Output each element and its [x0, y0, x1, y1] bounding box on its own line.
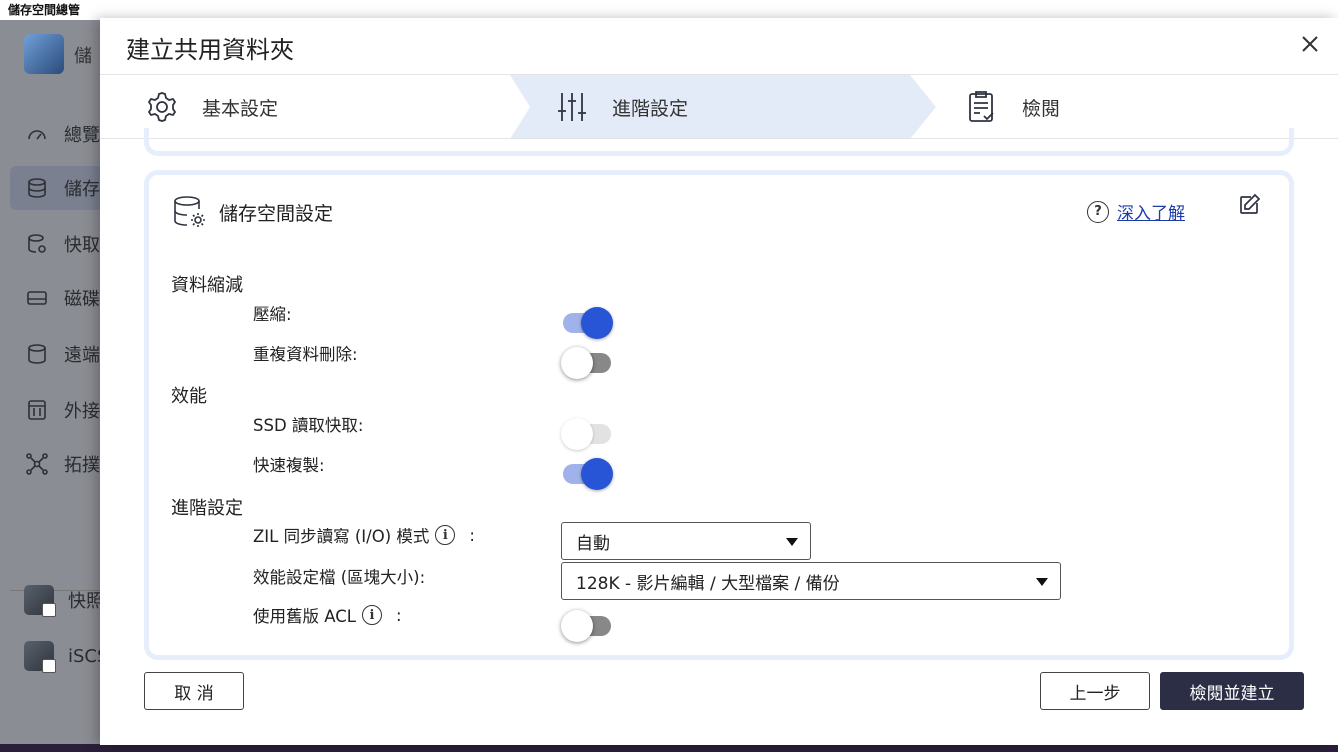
sidebar-item-storage[interactable]: 儲存: [10, 166, 110, 210]
ssd-cache-label: SSD 讀取快取:: [253, 416, 364, 435]
sidebar-item-topology[interactable]: 拓撲: [10, 442, 110, 486]
sidebar-app-iscsi[interactable]: iSCS: [10, 634, 110, 678]
step-label: 基本設定: [202, 97, 279, 120]
legacy-acl-toggle[interactable]: [561, 606, 613, 642]
sidebar-item-label: 總覽: [64, 125, 100, 146]
remote-disk-icon: [24, 341, 50, 367]
storage-settings-card: 儲存空間設定 ? 深入了解 資料縮減 壓縮: 重複資料刪除: 效能 SSD 讀取…: [144, 170, 1294, 660]
edit-icon: [1240, 193, 1261, 214]
fast-clone-label: 快速複製:: [253, 456, 325, 475]
profile-label: 效能設定檔 (區塊大小):: [253, 568, 426, 587]
database-icon: [24, 175, 50, 201]
taskbar-strip: [0, 744, 1338, 752]
review-and-create-button[interactable]: 檢閱並建立: [1160, 672, 1304, 710]
sidebar-item-label: 磁碟: [64, 289, 100, 310]
section-performance: 效能: [171, 386, 207, 407]
cancel-button[interactable]: 取 消: [144, 672, 244, 710]
chevron-down-icon: [1036, 578, 1048, 586]
sidebar-item-label: 儲存: [64, 179, 100, 200]
profile-value: 128K - 影片編輯 / 大型檔案 / 備份: [576, 573, 840, 594]
zil-mode-select[interactable]: 自動: [561, 522, 811, 560]
gauge-icon: [24, 121, 50, 147]
legacy-acl-colon: :: [395, 605, 402, 625]
performance-profile-select[interactable]: 128K - 影片編輯 / 大型檔案 / 備份: [561, 562, 1061, 600]
section-data-reduction: 資料縮減: [171, 275, 243, 296]
database-settings-icon: [174, 196, 205, 227]
sidebar-item-cache[interactable]: 快取: [10, 222, 110, 266]
app-header-label: 儲: [74, 46, 92, 67]
fast-clone-toggle[interactable]: [561, 454, 613, 490]
ssd-cache-toggle[interactable]: [561, 414, 613, 450]
external-device-icon: [24, 397, 50, 423]
dialog-title: 建立共用資料夾: [126, 36, 294, 64]
close-icon: [1302, 36, 1318, 52]
section-advanced: 進階設定: [171, 498, 243, 519]
back-button[interactable]: 上一步: [1040, 672, 1150, 710]
edit-button[interactable]: [1237, 193, 1263, 219]
zil-mode-value: 自動: [576, 533, 610, 554]
legacy-acl-label: 使用舊版 ACL: [253, 607, 356, 626]
app-sidebar: 儲 總覽 儲存 快取 磁碟 遠端 外接 拓撲 快照 iSCS: [0, 20, 110, 752]
sidebar-item-label: 遠端: [64, 345, 100, 366]
chevron-down-icon: [786, 538, 798, 546]
sliders-icon: [558, 93, 586, 121]
topology-icon: [24, 451, 50, 477]
sidebar-item-label: 快照: [68, 591, 104, 612]
learn-more: ? 深入了解: [1087, 199, 1185, 224]
zil-colon: :: [469, 525, 475, 545]
card-header: 儲存空間設定: [171, 193, 333, 231]
sidebar-item-external[interactable]: 外接: [10, 388, 110, 432]
sidebar-item-disks[interactable]: 磁碟: [10, 276, 110, 320]
learn-more-link[interactable]: 深入了解: [1117, 199, 1185, 224]
card-title: 儲存空間設定: [219, 202, 334, 225]
legacy-acl-label-row: 使用舊版 ACL i :: [253, 603, 402, 627]
sidebar-app-snapshot[interactable]: 快照: [10, 578, 110, 622]
step-label: 進階設定: [612, 97, 689, 120]
dedup-label: 重複資料刪除:: [253, 345, 358, 364]
sidebar-item-remote[interactable]: 遠端: [10, 332, 110, 376]
step-label: 檢閱: [1022, 97, 1061, 120]
sidebar-item-label: 外接: [64, 401, 100, 422]
info-icon[interactable]: i: [361, 605, 382, 625]
close-button[interactable]: [1296, 30, 1324, 58]
sidebar-item-label: 拓撲: [64, 455, 100, 476]
app-title: 儲存空間總管: [0, 0, 1338, 20]
previous-card-edge: [144, 128, 1294, 156]
gear-icon: [147, 92, 177, 122]
zil-label: ZIL 同步讀寫 (I/O) 模式: [253, 527, 430, 546]
info-icon[interactable]: i: [435, 525, 456, 545]
clipboard-check-icon: [969, 91, 994, 122]
sidebar-item-overview[interactable]: 總覽: [10, 112, 110, 156]
dedup-toggle[interactable]: [561, 343, 613, 379]
iscsi-app-icon: [24, 641, 56, 673]
zil-label-row: ZIL 同步讀寫 (I/O) 模式 i :: [253, 523, 475, 547]
cache-icon: [24, 231, 50, 257]
disk-icon: [24, 285, 50, 311]
storage-logo-icon: [24, 34, 64, 74]
create-shared-folder-dialog: 建立共用資料夾 基本設定 進階設定 檢閱 儲存空間設定 ? 深入了解 資料縮減 …: [100, 18, 1338, 745]
sidebar-item-label: 快取: [64, 235, 100, 256]
compression-label: 壓縮:: [253, 305, 292, 324]
compression-toggle[interactable]: [561, 303, 613, 339]
help-icon: ?: [1087, 200, 1109, 223]
snapshot-app-icon: [24, 585, 56, 617]
